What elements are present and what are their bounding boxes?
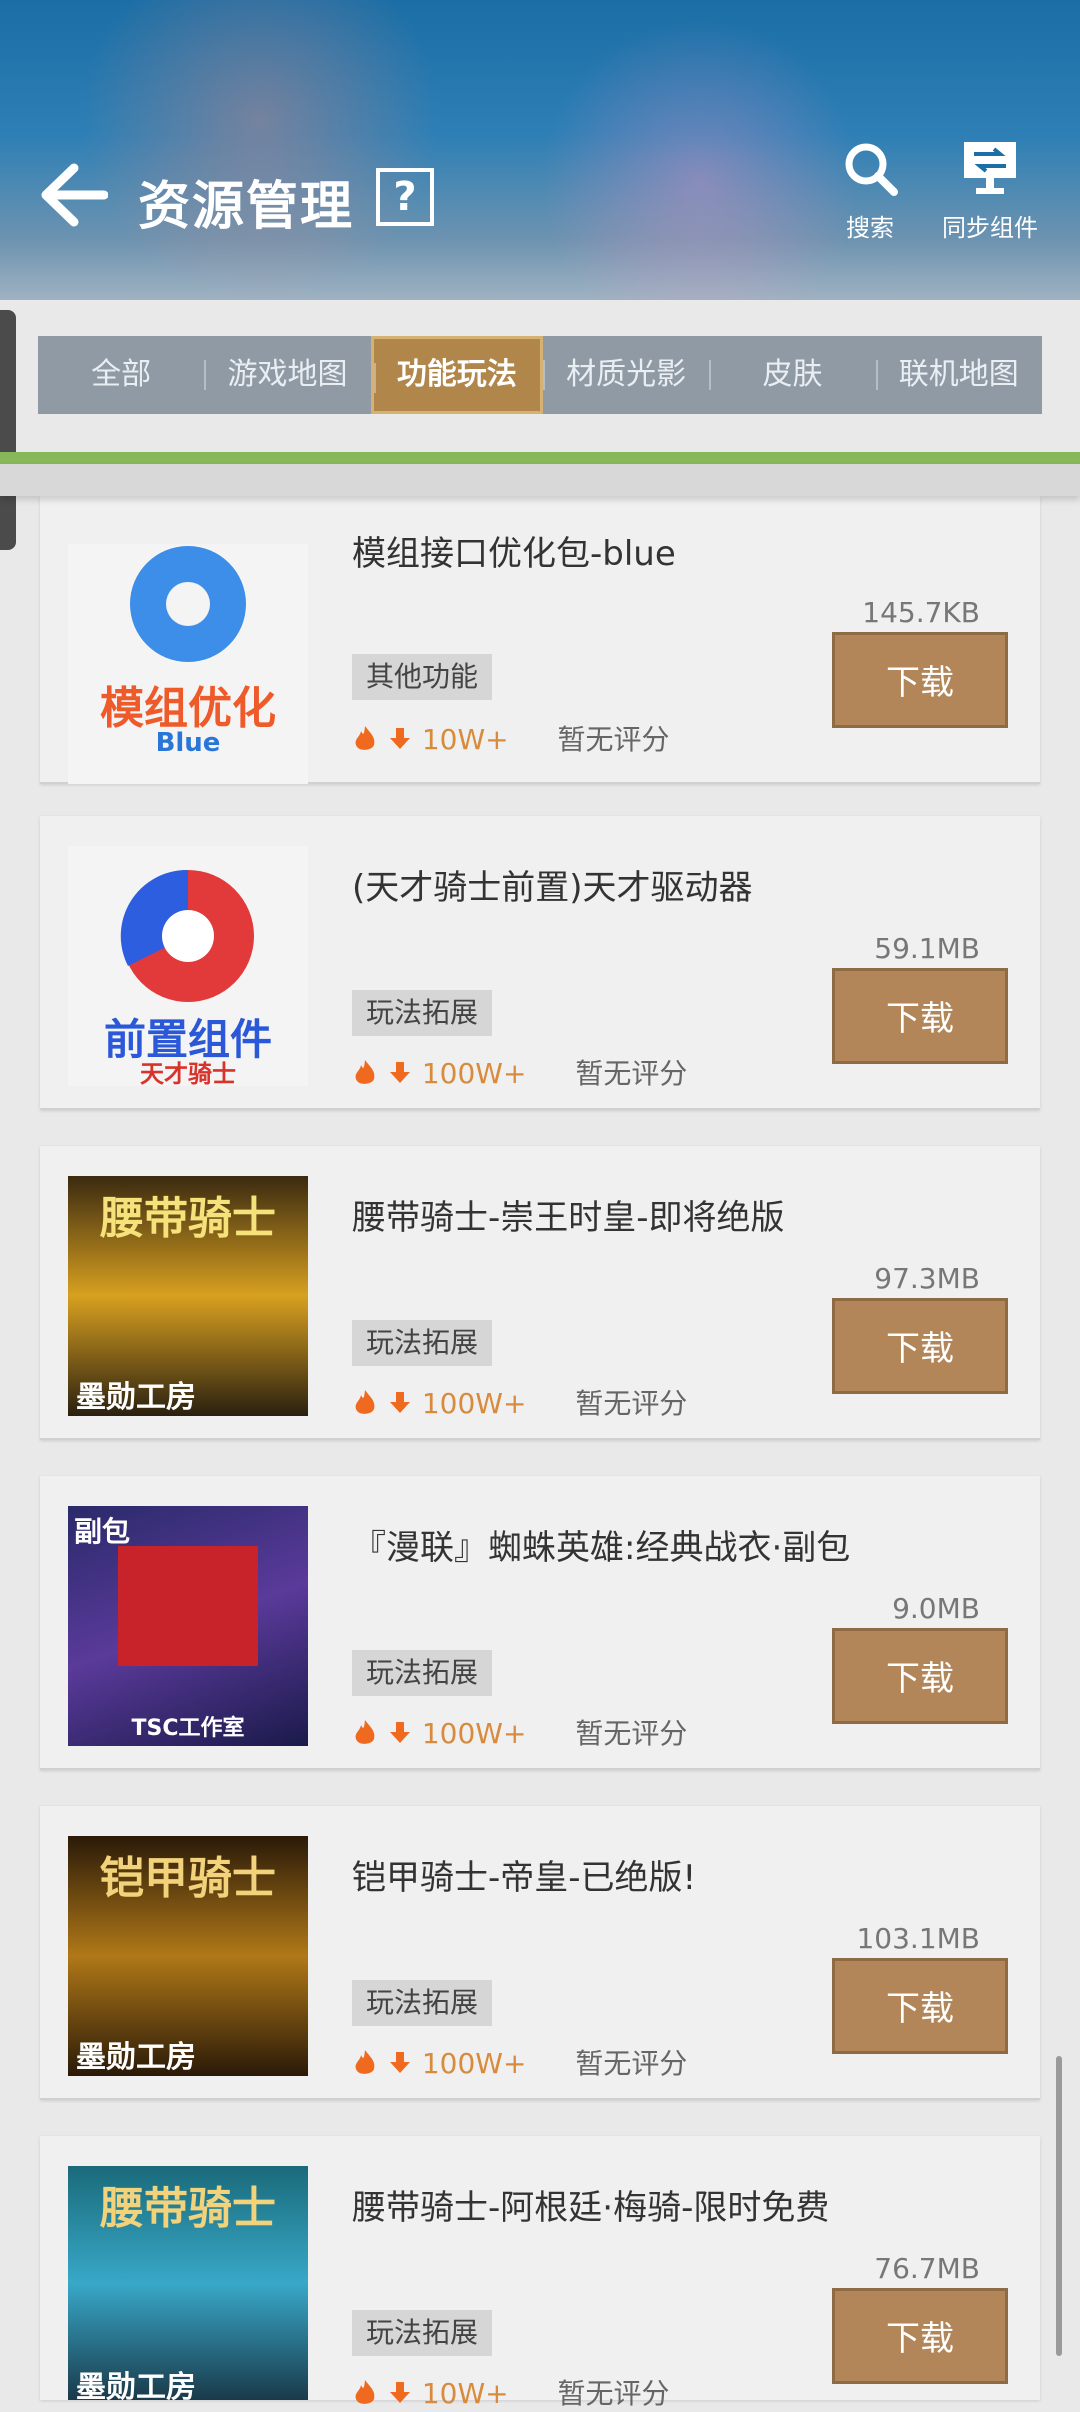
tab-multiplayer-maps[interactable]: 联机地图 [875, 336, 1042, 414]
item-title: 铠甲骑士-帝皇-已绝版! [352, 1858, 697, 1898]
fire-icon [355, 1060, 375, 1084]
list-top-shadow [0, 464, 1080, 496]
rating-text: 暂无评分 [575, 1717, 688, 1750]
thumb-sub: 墨勋工房 [76, 2040, 196, 2075]
list-item[interactable]: 前置组件 天才骑士 (天才骑士前置)天才驱动器 59.1MB 玩法拓展 100W… [40, 816, 1040, 1110]
spider-figure [118, 1546, 258, 1666]
item-tag: 玩法拓展 [352, 2310, 493, 2356]
tab-all[interactable]: 全部 [38, 336, 204, 414]
item-stats: 100W+ 暂无评分 [352, 1382, 687, 1422]
download-count: 10W+ [421, 723, 509, 756]
app-header: 资源管理 ? 搜索 同步组件 [0, 0, 1080, 300]
download-count: 100W+ [421, 2047, 527, 2080]
download-count: 10W+ [421, 2377, 509, 2410]
list-item[interactable]: 腰带骑士 墨勋工房 腰带骑士-阿根廷·梅骑-限时免费 76.7MB 玩法拓展 1… [40, 2136, 1040, 2410]
item-tag: 玩法拓展 [352, 990, 493, 1036]
tab-gameplay[interactable]: 功能玩法 [370, 336, 543, 414]
download-button[interactable]: 下载 [832, 1298, 1008, 1394]
rating-text: 暂无评分 [557, 723, 670, 756]
divider-line [0, 452, 1080, 464]
item-title: 模组接口优化包-blue [352, 534, 676, 574]
thumb-text: 副包 [74, 1515, 131, 1548]
thumb-sub: TSC工作室 [131, 1716, 245, 1741]
rating-text: 暂无评分 [575, 1057, 688, 1090]
item-thumbnail: 腰带骑士 墨勋工房 [68, 2166, 308, 2400]
item-size: 145.7KB [862, 596, 980, 629]
item-size: 103.1MB [856, 1922, 980, 1955]
sync-components-button[interactable]: 同步组件 [930, 140, 1050, 243]
fire-icon [355, 2380, 375, 2404]
search-icon [845, 143, 898, 196]
download-arrow-icon [389, 2382, 410, 2403]
fire-icon [355, 1720, 375, 1744]
thumb-text: 模组优化 [100, 683, 276, 734]
item-tag: 玩法拓展 [352, 1320, 493, 1366]
item-thumbnail: 模组优化 Blue [68, 544, 308, 784]
search-button[interactable]: 搜索 [830, 140, 910, 243]
tab-game-maps[interactable]: 游戏地图 [204, 336, 370, 414]
download-button[interactable]: 下载 [832, 2288, 1008, 2384]
tab-textures[interactable]: 材质光影 [542, 336, 709, 414]
back-arrow-icon[interactable] [38, 160, 108, 230]
item-size: 97.3MB [874, 1262, 980, 1295]
item-thumbnail: 副包 TSC工作室 [68, 1506, 308, 1746]
download-count: 100W+ [421, 1387, 527, 1420]
download-button[interactable]: 下载 [832, 1958, 1008, 2054]
tab-skins[interactable]: 皮肤 [709, 336, 875, 414]
fire-icon [355, 726, 375, 750]
thumb-sub: 墨勋工房 [76, 2370, 196, 2400]
download-arrow-icon [389, 728, 410, 749]
rating-text: 暂无评分 [557, 2377, 670, 2410]
side-drawer-handle[interactable] [0, 310, 16, 550]
list-item[interactable]: 铠甲骑士 墨勋工房 铠甲骑士-帝皇-已绝版! 103.1MB 玩法拓展 100W… [40, 1806, 1040, 2100]
download-button[interactable]: 下载 [832, 968, 1008, 1064]
thumb-text: 铠甲骑士 [100, 1853, 276, 1904]
download-button[interactable]: 下载 [832, 632, 1008, 728]
help-icon[interactable]: ? [376, 168, 434, 226]
item-size: 9.0MB [892, 1592, 980, 1625]
search-label: 搜索 [846, 214, 894, 242]
category-tabs: 全部 游戏地图 功能玩法 材质光影 皮肤 联机地图 [38, 336, 1042, 414]
item-size: 59.1MB [874, 932, 980, 965]
download-arrow-icon [389, 2052, 410, 2073]
thumb-sub: 墨勋工房 [76, 1380, 196, 1415]
item-stats: 10W+ 暂无评分 [352, 2372, 670, 2412]
thumb-text: 腰带骑士 [100, 2183, 276, 2234]
sync-label: 同步组件 [942, 214, 1038, 242]
item-stats: 100W+ 暂无评分 [352, 1712, 687, 1752]
item-title: 腰带骑士-崇王时皇-即将绝版 [352, 1198, 785, 1238]
item-thumbnail: 腰带骑士 墨勋工房 [68, 1176, 308, 1416]
item-size: 76.7MB [874, 2252, 980, 2285]
page-title: 资源管理 [138, 177, 355, 237]
download-arrow-icon [389, 1722, 410, 1743]
thumb-sub: Blue [155, 728, 221, 758]
download-button[interactable]: 下载 [832, 1628, 1008, 1724]
item-thumbnail: 前置组件 天才骑士 [68, 846, 308, 1086]
download-arrow-icon [389, 1392, 410, 1413]
list-item[interactable]: 模组优化 Blue 模组接口优化包-blue 145.7KB 其他功能 10W+… [40, 496, 1040, 784]
item-stats: 100W+ 暂无评分 [352, 1052, 687, 1092]
sync-monitor-icon [964, 142, 1016, 194]
list-item[interactable]: 腰带骑士 墨勋工房 腰带骑士-崇王时皇-即将绝版 97.3MB 玩法拓展 100… [40, 1146, 1040, 1440]
rating-text: 暂无评分 [575, 2047, 688, 2080]
item-title: (天才骑士前置)天才驱动器 [352, 868, 753, 908]
download-count: 100W+ [421, 1057, 527, 1090]
thumb-text: 腰带骑士 [100, 1193, 276, 1244]
item-title: 『漫联』蜘蛛英雄:经典战衣·副包 [352, 1528, 851, 1568]
item-tag: 玩法拓展 [352, 1980, 493, 2026]
item-tag: 其他功能 [352, 654, 493, 700]
item-stats: 10W+ 暂无评分 [352, 718, 670, 758]
item-thumbnail: 铠甲骑士 墨勋工房 [68, 1836, 308, 2076]
item-stats: 100W+ 暂无评分 [352, 2042, 687, 2082]
scrollbar[interactable] [1056, 2056, 1062, 2356]
fire-icon [355, 2050, 375, 2074]
fire-icon [355, 1390, 375, 1414]
download-arrow-icon [389, 1062, 410, 1083]
item-title: 腰带骑士-阿根廷·梅骑-限时免费 [352, 2188, 830, 2228]
download-count: 100W+ [421, 1717, 527, 1750]
rating-text: 暂无评分 [575, 1387, 688, 1420]
item-tag: 玩法拓展 [352, 1650, 493, 1696]
thumb-sub: 天才骑士 [140, 1060, 236, 1086]
list-item[interactable]: 副包 TSC工作室 『漫联』蜘蛛英雄:经典战衣·副包 9.0MB 玩法拓展 10… [40, 1476, 1040, 1770]
